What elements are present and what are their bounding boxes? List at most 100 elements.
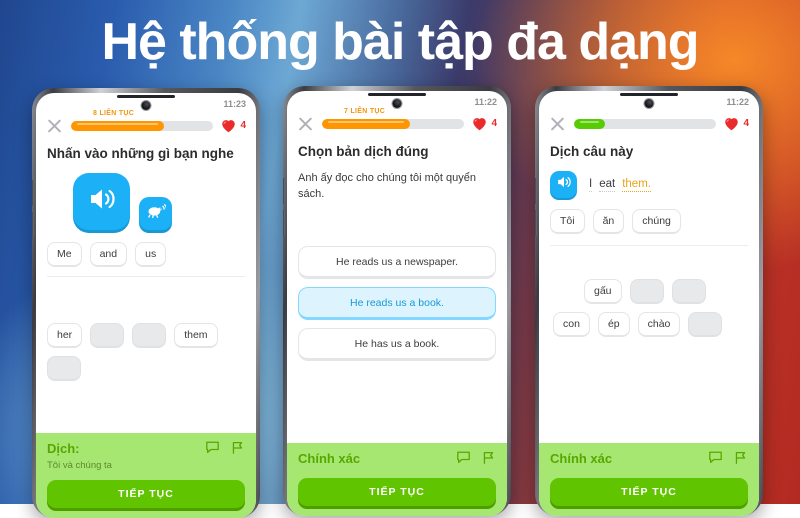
streak-label: 8 LIÊN TỤC bbox=[93, 109, 135, 117]
footer-subtitle: Tôi và chúng ta bbox=[47, 460, 112, 471]
streak-label: 7 LIÊN TỤC bbox=[344, 107, 386, 115]
sentence-row: Ieat them. bbox=[550, 171, 748, 198]
front-camera bbox=[644, 99, 654, 108]
question-title: Dịch câu này bbox=[550, 144, 634, 159]
report-flag-icon[interactable] bbox=[481, 451, 496, 469]
hearts-count: 4 bbox=[491, 118, 497, 129]
close-icon[interactable] bbox=[297, 115, 314, 132]
volume-up-button[interactable] bbox=[283, 178, 285, 204]
earpiece-speaker bbox=[620, 93, 678, 96]
progress-fill bbox=[322, 118, 411, 129]
play-audio-button[interactable] bbox=[73, 173, 130, 230]
word-tile[interactable]: Tôi bbox=[550, 209, 585, 234]
exercise-body-3: Dịch câu này Ieat them. Tôi ăn chúng gấu co… bbox=[539, 138, 759, 443]
sentence-text: Ieat them. bbox=[589, 178, 651, 192]
progress-fill bbox=[71, 120, 164, 131]
answer-option[interactable]: He reads us a newspaper. bbox=[298, 246, 496, 279]
word-tile[interactable]: us bbox=[135, 242, 167, 267]
report-flag-icon[interactable] bbox=[733, 451, 748, 469]
word-tile[interactable]: ép bbox=[597, 312, 630, 337]
continue-button[interactable]: TIẾP TỤC bbox=[298, 478, 496, 506]
word-tile[interactable]: and bbox=[89, 242, 128, 267]
heart-icon bbox=[724, 117, 739, 131]
progress-track bbox=[322, 118, 465, 129]
volume-down-button[interactable] bbox=[283, 210, 285, 236]
exercise-header-1: 8 LIÊN TỤC 4 bbox=[36, 109, 256, 140]
word-bank-row: her them bbox=[47, 323, 245, 381]
word-tile[interactable]: chào bbox=[637, 312, 681, 337]
volume-down-button[interactable] bbox=[535, 210, 537, 236]
sentence-word[interactable]: I bbox=[589, 178, 593, 192]
word-tile[interactable]: them bbox=[174, 323, 218, 348]
question-title: Nhấn vào những gì bạn nghe bbox=[47, 146, 234, 161]
progress-fill bbox=[574, 118, 606, 129]
hearts-indicator[interactable]: 4 bbox=[221, 119, 246, 133]
word-bank-row-2: con ép chào bbox=[550, 312, 748, 337]
audio-buttons-row bbox=[73, 173, 245, 230]
phone-mockup-2: 11:22 7 LIÊN TỤC 4 Chọn bản dịch đúng An… bbox=[283, 86, 511, 516]
report-flag-icon[interactable] bbox=[230, 441, 245, 459]
word-tile[interactable]: chúng bbox=[632, 209, 681, 234]
play-slow-audio-button[interactable] bbox=[139, 197, 172, 230]
progress-bar-container: 7 LIÊN TỤC bbox=[322, 108, 465, 129]
comment-icon[interactable] bbox=[205, 441, 220, 459]
progress-track bbox=[71, 120, 214, 131]
answer-option-selected[interactable]: He reads us a book. bbox=[298, 287, 496, 320]
speaker-icon bbox=[87, 186, 117, 217]
word-tile[interactable]: her bbox=[47, 323, 83, 348]
hearts-count: 4 bbox=[743, 118, 749, 129]
question-title: Chọn bản dịch đúng bbox=[298, 144, 429, 159]
earpiece-speaker bbox=[117, 95, 175, 98]
close-icon[interactable] bbox=[46, 117, 63, 134]
hearts-indicator[interactable]: 4 bbox=[472, 117, 497, 131]
word-tile-empty[interactable] bbox=[90, 323, 125, 348]
footer-title: Dịch: bbox=[47, 441, 80, 456]
word-tile-empty[interactable] bbox=[132, 323, 167, 348]
phone-mockup-3: 11:22 4 Dịch câu này I eat them. Tôi ăn … bbox=[535, 86, 763, 516]
word-bank-row-1: gấu bbox=[550, 279, 748, 304]
close-icon[interactable] bbox=[549, 115, 566, 132]
volume-up-button[interactable] bbox=[535, 178, 537, 204]
status-time: 11:22 bbox=[726, 97, 749, 107]
comment-icon[interactable] bbox=[708, 451, 723, 469]
phone-mockup-1: 11:23 8 LIÊN TỤC 4 Nhấn vào những gì bạn… bbox=[32, 88, 260, 518]
status-time: 11:22 bbox=[474, 97, 497, 107]
volume-down-button[interactable] bbox=[32, 212, 34, 238]
hearts-count: 4 bbox=[240, 120, 246, 131]
footer-title: Chính xác bbox=[550, 451, 613, 466]
speaker-icon bbox=[556, 175, 572, 194]
word-tile-empty[interactable] bbox=[47, 356, 81, 381]
word-tile[interactable]: gấu bbox=[584, 279, 622, 304]
exercise-header-3: 4 bbox=[539, 111, 759, 138]
word-tile[interactable]: con bbox=[553, 312, 590, 337]
result-footer-1: Dịch: Tôi và chúng ta TIẾP TỤC bbox=[36, 433, 256, 518]
sentence-word-highlighted[interactable]: them. bbox=[622, 178, 651, 192]
divider bbox=[47, 276, 245, 277]
hearts-indicator[interactable]: 4 bbox=[724, 117, 749, 131]
word-tile-empty[interactable] bbox=[629, 279, 664, 304]
progress-bar-container bbox=[574, 118, 717, 129]
heart-icon bbox=[221, 119, 236, 133]
page-title: Hệ thống bài tập đa dạng bbox=[101, 13, 699, 71]
footer-title: Chính xác bbox=[298, 451, 361, 466]
status-time: 11:23 bbox=[223, 99, 246, 109]
phone-screen-2: 11:22 7 LIÊN TỤC 4 Chọn bản dịch đúng An… bbox=[287, 91, 507, 516]
word-tile-empty[interactable] bbox=[671, 279, 706, 304]
word-tile[interactable]: ăn bbox=[592, 209, 625, 234]
answer-option[interactable]: He has us a book. bbox=[298, 328, 496, 361]
play-audio-button[interactable] bbox=[550, 171, 577, 198]
word-tile-empty[interactable] bbox=[688, 312, 723, 337]
progress-track bbox=[574, 118, 717, 129]
continue-button[interactable]: TIẾP TỤC bbox=[550, 478, 748, 506]
phone-screen-3: 11:22 4 Dịch câu này I eat them. Tôi ăn … bbox=[539, 91, 759, 516]
front-camera bbox=[392, 99, 402, 108]
comment-icon[interactable] bbox=[456, 451, 471, 469]
word-tile[interactable]: Me bbox=[47, 242, 82, 267]
volume-up-button[interactable] bbox=[32, 180, 34, 206]
answer-tiles-row: Tôi ăn chúng bbox=[550, 209, 748, 234]
result-footer-3: Chính xác TIẾP TỤC bbox=[539, 443, 759, 516]
exercise-body-2: Chọn bản dịch đúng Anh ấy đọc cho chúng … bbox=[287, 138, 507, 443]
question-prompt: Anh ấy đọc cho chúng tôi một quyển sách. bbox=[298, 172, 476, 200]
sentence-word[interactable]: eat bbox=[599, 178, 616, 192]
phone-screen-1: 11:23 8 LIÊN TỤC 4 Nhấn vào những gì bạn… bbox=[36, 93, 256, 518]
